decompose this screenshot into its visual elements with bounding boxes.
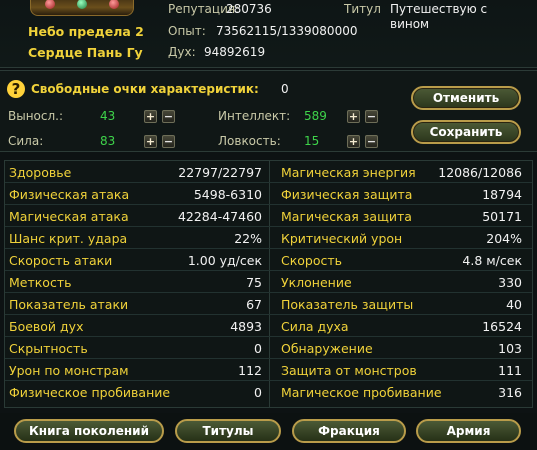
- stat-row: Магическая энергия 12086/12086: [5, 161, 532, 183]
- character-name-line1: Небо предела 2: [28, 24, 144, 39]
- endurance-minus-button[interactable]: −: [162, 110, 175, 123]
- stat-value: 18794: [482, 187, 522, 202]
- title-value: Путешествую с вином: [390, 2, 488, 31]
- spirit-label: Дух:: [168, 45, 196, 59]
- stat-label: Магическая защита: [281, 209, 412, 224]
- stat-label: Критический урон: [281, 231, 403, 246]
- stat-label: Физическая защита: [281, 187, 413, 202]
- agility-value: 15: [304, 134, 320, 148]
- intellect-minus-button[interactable]: −: [365, 110, 378, 123]
- endurance-value: 43: [100, 109, 116, 123]
- crest-gem-icon: [45, 0, 55, 9]
- stat-value: 316: [498, 385, 522, 400]
- stat-value: 330: [498, 275, 522, 290]
- stat-row: Защита от монстров 111: [5, 359, 532, 381]
- stat-row: Показатель защиты 40: [5, 293, 532, 315]
- stat-row: Физическая защита 18794: [5, 183, 532, 205]
- tab-titles[interactable]: Титулы: [175, 419, 281, 443]
- strength-plus-button[interactable]: +: [144, 135, 157, 148]
- stat-row: Сила духа 16524: [5, 315, 532, 337]
- stat-value: 4.8 м/сек: [462, 253, 522, 268]
- reputation-value: 280736: [226, 2, 272, 16]
- stat-row: Скорость 4.8 м/сек: [5, 249, 532, 271]
- stat-value: 111: [498, 363, 522, 378]
- strength-minus-button[interactable]: −: [162, 135, 175, 148]
- stat-label: Сила духа: [281, 319, 349, 334]
- stat-value: 40: [506, 297, 522, 312]
- endurance-label: Выносл.:: [8, 109, 64, 123]
- intellect-label: Интеллект:: [218, 109, 291, 123]
- attribute-points-panel: ? Свободные очки характеристик: 0 Выносл…: [0, 70, 537, 152]
- stat-value: 12086/12086: [438, 165, 522, 180]
- endurance-plus-button[interactable]: +: [144, 110, 157, 123]
- tab-book-of-generations[interactable]: Книга поколений: [14, 419, 164, 443]
- experience-label: Опыт:: [168, 24, 206, 38]
- agility-label: Ловкость:: [218, 134, 281, 148]
- title-label: Титул: [344, 2, 381, 16]
- stat-label: Показатель защиты: [281, 297, 414, 312]
- stat-label: Уклонение: [281, 275, 352, 290]
- character-name-line2: Сердце Пань Гу: [28, 45, 143, 60]
- agility-minus-button[interactable]: −: [365, 135, 378, 148]
- strength-value: 83: [100, 134, 116, 148]
- stat-value: 16524: [482, 319, 522, 334]
- stat-row: Уклонение 330: [5, 271, 532, 293]
- intellect-plus-button[interactable]: +: [347, 110, 360, 123]
- crest-gem-icon: [77, 0, 87, 9]
- stats-table: Здоровье 22797/22797 Физическая атака 54…: [4, 160, 533, 408]
- tab-faction[interactable]: Фракция: [292, 419, 406, 443]
- crest-gem-icon: [109, 0, 119, 9]
- stat-label: Обнаружение: [281, 341, 373, 356]
- help-question-icon[interactable]: ?: [7, 80, 25, 98]
- stat-value: 50171: [482, 209, 522, 224]
- bottom-tab-bar: Книга поколений Титулы Фракция Армия: [0, 413, 537, 450]
- free-points-value: 0: [281, 82, 289, 96]
- strength-label: Сила:: [8, 134, 44, 148]
- stat-label: Защита от монстров: [281, 363, 417, 378]
- stat-value: 103: [498, 341, 522, 356]
- stat-label: Скорость: [281, 253, 343, 268]
- tab-army[interactable]: Армия: [416, 419, 521, 443]
- cancel-button[interactable]: Отменить: [411, 86, 521, 110]
- intellect-value: 589: [304, 109, 327, 123]
- stat-value: 204%: [486, 231, 522, 246]
- save-button[interactable]: Сохранить: [411, 120, 521, 144]
- free-points-label: Свободные очки характеристик:: [31, 82, 259, 96]
- stat-label: Магическое пробивание: [281, 385, 442, 400]
- spirit-value: 94892619: [204, 45, 266, 59]
- character-crest: [30, 0, 134, 16]
- stat-row: Магическая защита 50171: [5, 205, 532, 227]
- stat-row: Критический урон 204%: [5, 227, 532, 249]
- stat-row: Магическое пробивание 316: [5, 381, 532, 403]
- experience-value: 73562115/1339080000: [216, 24, 358, 38]
- stat-row: Обнаружение 103: [5, 337, 532, 359]
- stat-label: Магическая энергия: [281, 165, 416, 180]
- character-info-panel: Небо предела 2 Сердце Пань Гу Репутация:…: [0, 0, 537, 68]
- agility-plus-button[interactable]: +: [347, 135, 360, 148]
